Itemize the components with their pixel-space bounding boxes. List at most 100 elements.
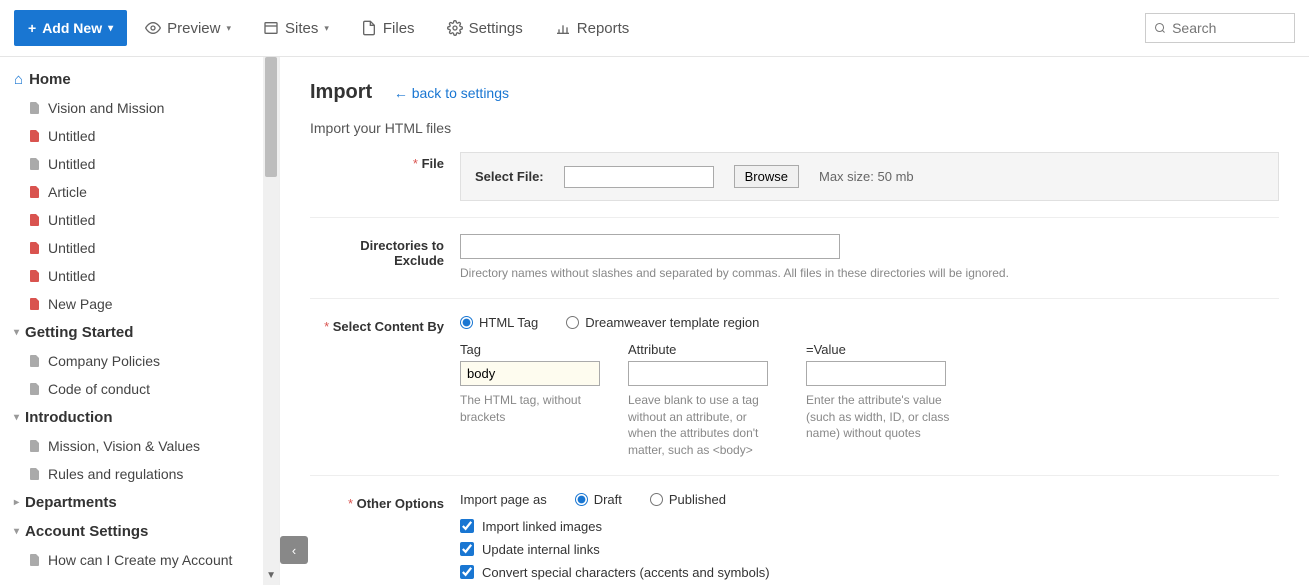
radio-published[interactable]: Published	[650, 492, 726, 507]
sidebar-departments[interactable]: ▸ Departments	[0, 488, 263, 517]
back-to-settings-link[interactable]: ← back to settings	[394, 85, 509, 101]
attribute-label: Attribute	[628, 342, 778, 357]
sidebar-home[interactable]: ⌂ Home	[0, 65, 263, 94]
file-icon	[30, 130, 40, 142]
reports-button[interactable]: Reports	[541, 12, 644, 45]
directories-exclude-input[interactable]	[460, 234, 840, 259]
sidebar-item[interactable]: Untitled	[0, 234, 263, 262]
tag-help: The HTML tag, without brackets	[460, 392, 600, 426]
file-icon	[30, 270, 40, 282]
home-icon: ⌂	[14, 71, 23, 88]
chevron-right-icon: ▸	[14, 497, 19, 508]
file-icon	[30, 468, 40, 480]
sidebar-gs-label: Getting Started	[25, 324, 133, 341]
settings-button[interactable]: Settings	[433, 12, 537, 45]
value-input[interactable]	[806, 361, 946, 386]
dirs-label: Directories to Exclude	[360, 238, 444, 268]
file-select-panel: Select File: Browse Max size: 50 mb	[460, 152, 1279, 201]
plus-icon: +	[28, 20, 36, 36]
other-options-label: Other Options	[357, 496, 444, 511]
tag-input[interactable]	[460, 361, 600, 386]
bar-chart-icon	[555, 20, 571, 36]
sidebar-item-label: Rules and regulations	[48, 466, 183, 482]
caret-down-icon: ▾	[108, 23, 113, 34]
sidebar-dept-label: Departments	[25, 494, 117, 511]
sidebar-item[interactable]: Untitled	[0, 262, 263, 290]
preview-button[interactable]: Preview ▾	[131, 12, 245, 45]
gear-icon	[447, 20, 463, 36]
file-path-input[interactable]	[564, 166, 714, 188]
page-title: Import	[310, 81, 372, 104]
sidebar-item-label: Article	[48, 184, 87, 200]
add-new-button[interactable]: + Add New ▾	[14, 10, 127, 46]
caret-down-icon: ▾	[226, 23, 231, 34]
sidebar-item-label: New Page	[48, 296, 113, 312]
select-content-label: Select Content By	[333, 319, 444, 334]
chevron-down-icon: ▾	[14, 526, 19, 537]
file-icon	[30, 102, 40, 114]
sidebar-item[interactable]: Untitled	[0, 150, 263, 178]
sidebar-item-label: Mission, Vision & Values	[48, 438, 200, 454]
caret-down-icon: ▾	[324, 23, 329, 34]
file-icon	[30, 242, 40, 254]
collapse-sidebar-button[interactable]: ‹	[280, 536, 308, 564]
sidebar-item[interactable]: New Page	[0, 290, 263, 318]
file-icon	[30, 355, 40, 367]
sidebar-item[interactable]: Untitled	[0, 206, 263, 234]
chk-convert-chars[interactable]	[460, 565, 474, 579]
sidebar-item[interactable]: Vision and Mission	[0, 94, 263, 122]
window-icon	[263, 20, 279, 36]
sidebar-getting-started[interactable]: ▾ Getting Started	[0, 318, 263, 347]
sidebar-scrollbar[interactable]: ▼	[263, 57, 279, 585]
sidebar-item-label: Untitled	[48, 128, 95, 144]
attribute-input[interactable]	[628, 361, 768, 386]
sidebar: ⌂ Home Vision and MissionUntitledUntitle…	[0, 57, 263, 585]
sidebar-item-label: Company Policies	[48, 353, 160, 369]
reports-label: Reports	[577, 20, 630, 37]
sidebar-introduction[interactable]: ▾ Introduction	[0, 403, 263, 432]
search-input[interactable]	[1172, 20, 1286, 36]
sidebar-item[interactable]: Company Policies	[0, 347, 263, 375]
scrollbar-thumb[interactable]	[265, 57, 277, 177]
radio-dreamweaver[interactable]: Dreamweaver template region	[566, 315, 759, 330]
settings-label: Settings	[469, 20, 523, 37]
sidebar-intro-label: Introduction	[25, 409, 112, 426]
files-label: Files	[383, 20, 415, 37]
sidebar-item[interactable]: How can I Create my Account	[0, 546, 263, 574]
file-icon	[30, 186, 40, 198]
sidebar-item[interactable]: Code of conduct	[0, 375, 263, 403]
file-icon	[30, 214, 40, 226]
scroll-down-icon[interactable]: ▼	[266, 570, 276, 581]
sites-button[interactable]: Sites ▾	[249, 12, 343, 45]
sidebar-account-settings[interactable]: ▾ Account Settings	[0, 517, 263, 546]
preview-label: Preview	[167, 20, 220, 37]
sidebar-as-label: Account Settings	[25, 523, 148, 540]
add-new-label: Add New	[42, 20, 102, 36]
file-icon	[30, 440, 40, 452]
sidebar-item[interactable]: Untitled	[0, 122, 263, 150]
search-icon	[1154, 21, 1166, 35]
sidebar-item-label: How can I Create my Account	[48, 552, 232, 568]
content-area: Import ← back to settings Import your HT…	[280, 57, 1309, 585]
sidebar-item[interactable]: Article	[0, 178, 263, 206]
browse-button[interactable]: Browse	[734, 165, 799, 188]
radio-html-tag[interactable]: HTML Tag	[460, 315, 538, 330]
search-box[interactable]	[1145, 13, 1295, 43]
file-label: File	[422, 156, 444, 171]
sidebar-item[interactable]: Mission, Vision & Values	[0, 432, 263, 460]
top-toolbar: + Add New ▾ Preview ▾ Sites ▾ Files Sett…	[0, 0, 1309, 57]
file-icon	[30, 383, 40, 395]
files-button[interactable]: Files	[347, 12, 429, 45]
chk-linked-images[interactable]	[460, 519, 474, 533]
max-size-hint: Max size: 50 mb	[819, 169, 914, 184]
radio-draft[interactable]: Draft	[575, 492, 622, 507]
sidebar-home-label: Home	[29, 71, 71, 88]
page-subtitle: Import your HTML files	[310, 120, 1279, 136]
value-help: Enter the attribute's value (such as wid…	[806, 392, 956, 442]
eye-icon	[145, 20, 161, 36]
sidebar-item[interactable]: Rules and regulations	[0, 460, 263, 488]
value-label: =Value	[806, 342, 956, 357]
chk-internal-links[interactable]	[460, 542, 474, 556]
attr-help: Leave blank to use a tag without an attr…	[628, 392, 778, 459]
chevron-left-icon: ‹	[292, 543, 296, 558]
